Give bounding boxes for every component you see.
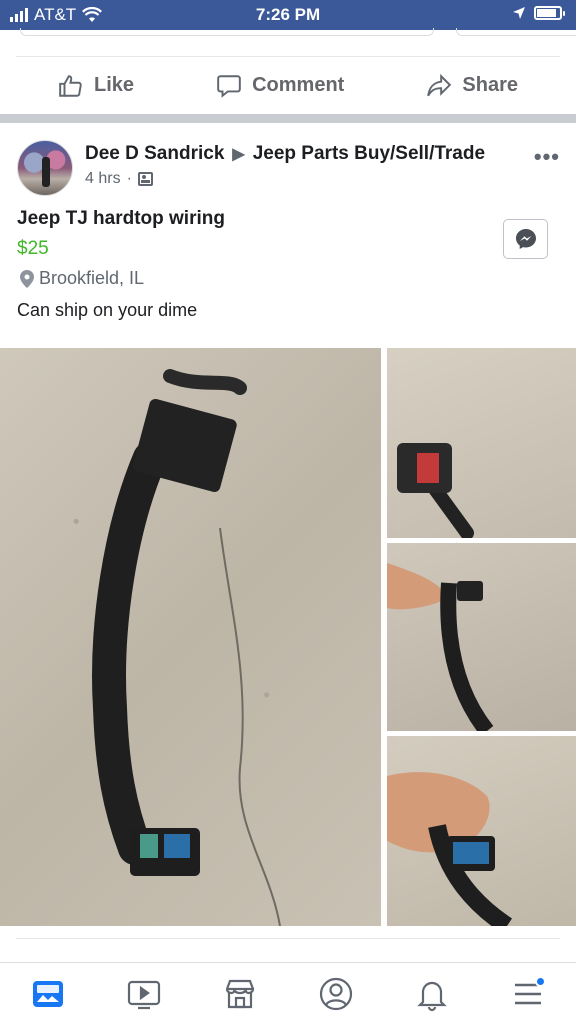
- thumbs-up-icon: [59, 74, 82, 97]
- listing-photo-3[interactable]: [387, 543, 576, 731]
- location-label: Brookfield, IL: [39, 268, 145, 288]
- comment-button[interactable]: Comment: [216, 73, 344, 99]
- clock: 7:26 PM: [255, 5, 321, 24]
- share-label: Share: [462, 74, 518, 96]
- comment-icon: [217, 74, 241, 98]
- feed-separator: [0, 114, 576, 123]
- location-arrow-icon: [513, 7, 525, 19]
- messenger-icon: [515, 229, 536, 249]
- listing-photo-main[interactable]: [0, 348, 381, 926]
- nav-news-feed[interactable]: [24, 970, 72, 1018]
- author-name[interactable]: Dee D Sandrick: [85, 143, 224, 165]
- bottom-nav: [0, 962, 576, 1024]
- group-name[interactable]: Jeep Parts Buy/Sell/Trade: [253, 143, 485, 165]
- status-right: [512, 6, 565, 20]
- listing-photo-4[interactable]: [387, 736, 576, 926]
- marketplace-icon: [225, 979, 255, 1008]
- nav-menu[interactable]: [504, 970, 552, 1018]
- like-button[interactable]: Like: [58, 73, 134, 99]
- next-action-bar-edge: [16, 938, 560, 962]
- post-header: Dee D Sandrick ▶ Jeep Parts Buy/Sell/Tra…: [85, 143, 485, 165]
- news-feed-icon: [33, 980, 63, 1007]
- listing-location: Brookfield, IL: [20, 268, 144, 289]
- listing-photo-2[interactable]: [387, 348, 576, 538]
- like-label: Like: [94, 74, 135, 96]
- listing-title: Jeep TJ hardtop wiring: [17, 208, 225, 229]
- listing-description: Can ship on your dime: [17, 300, 198, 320]
- nav-notifications[interactable]: [408, 970, 456, 1018]
- profile-icon: [319, 977, 353, 1010]
- nav-profile[interactable]: [312, 970, 360, 1018]
- watch-icon: [127, 980, 161, 1009]
- group-icon: [137, 172, 153, 186]
- share-button[interactable]: Share: [426, 73, 518, 99]
- avatar[interactable]: [17, 140, 73, 196]
- bell-icon: [417, 981, 447, 1011]
- nav-watch[interactable]: [120, 970, 168, 1018]
- message-seller-button[interactable]: [503, 219, 548, 259]
- more-icon[interactable]: •••: [534, 144, 560, 170]
- post-time[interactable]: 4 hrs: [85, 170, 121, 188]
- post-action-bar: Like Comment Share: [16, 56, 560, 114]
- previous-post-card-edge: [20, 28, 434, 36]
- listing-price: $25: [17, 238, 49, 259]
- menu-badge: [535, 975, 546, 987]
- battery-icon: [534, 6, 565, 20]
- share-icon: [427, 73, 452, 96]
- location-pin-icon: [20, 269, 34, 288]
- post-meta: 4 hrs ·: [85, 170, 153, 188]
- arrow-right-icon: ▶: [232, 146, 245, 163]
- nav-marketplace[interactable]: [216, 970, 264, 1018]
- previous-post-card-edge: [456, 28, 576, 36]
- meta-separator: ·: [126, 170, 132, 187]
- comment-label: Comment: [252, 74, 345, 96]
- status-bar: AT&T 7:26 PM: [0, 0, 576, 30]
